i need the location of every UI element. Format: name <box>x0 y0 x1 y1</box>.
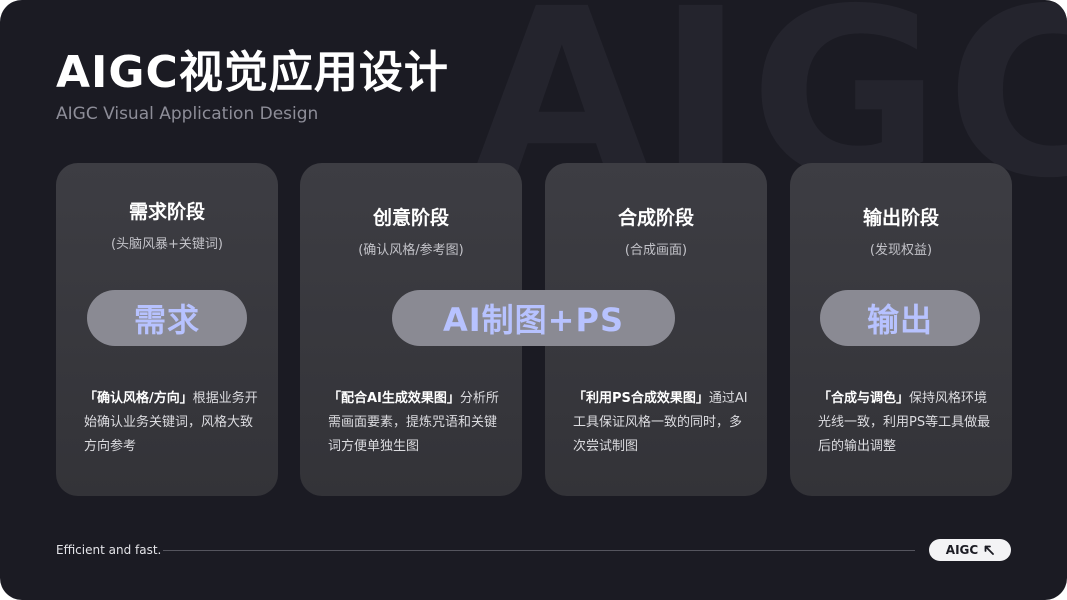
card-title: 合成阶段 <box>617 207 694 229</box>
slide: AIGC AIGC视觉应用设计 AIGC Visual Application … <box>0 0 1067 600</box>
pill-ai-drawing-ps: AI制图+PS <box>392 290 675 346</box>
card-description: 「确认风格/方向」根据业务开始确认业务关键词，风格大致方向参考 <box>84 387 260 459</box>
pill-output: 输出 <box>820 290 980 346</box>
card-title: 创意阶段 <box>372 207 449 229</box>
card-description: 「利用PS合成效果图」通过AI工具保证风格一致的同时，多次尝试制图 <box>573 387 749 459</box>
card-description-highlight: 「合成与调色」 <box>818 391 910 406</box>
card-subtitle: (确认风格/参考图) <box>358 243 464 258</box>
tag-label: AIGC <box>945 543 979 557</box>
card-subtitle: (合成画面) <box>624 243 688 258</box>
footer-tagline: Efficient and fast. <box>56 543 162 557</box>
card-title: 需求阶段 <box>128 201 205 223</box>
card-description: 「合成与调色」保持风格环境光线一致，利用PS等工具做最后的输出调整 <box>818 387 994 459</box>
page-title: AIGC视觉应用设计 <box>56 47 449 98</box>
card-description-highlight: 「配合AI生成效果图」 <box>328 391 460 406</box>
card-subtitle: (发现权益) <box>869 243 933 258</box>
card-description: 「配合AI生成效果图」分析所需画面要素，提炼咒语和关键词方便单独生图 <box>328 387 504 459</box>
card-description-highlight: 「确认风格/方向」 <box>84 391 193 406</box>
card-description-highlight: 「利用PS合成效果图」 <box>573 391 709 406</box>
footer-divider <box>163 550 915 551</box>
aigc-tag-button[interactable]: AIGC <box>929 539 1011 561</box>
card-title: 输出阶段 <box>862 207 939 229</box>
arrow-up-left-icon <box>984 545 995 555</box>
card-subtitle: (头脑风暴+关键词) <box>110 237 224 252</box>
pill-demand: 需求 <box>87 290 247 346</box>
page-subtitle: AIGC Visual Application Design <box>56 104 319 124</box>
